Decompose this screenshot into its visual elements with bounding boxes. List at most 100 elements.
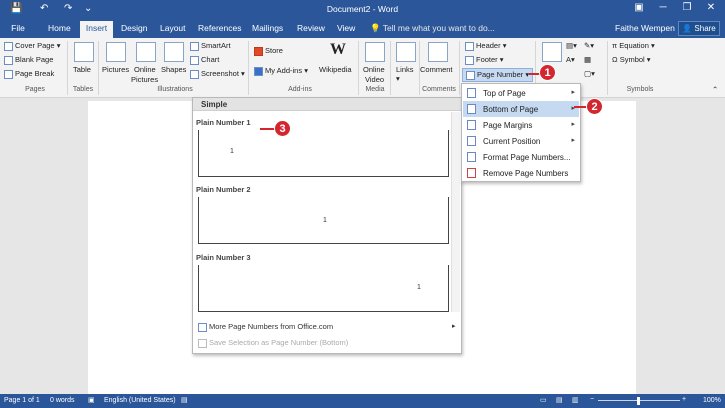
office-doc-icon xyxy=(198,322,207,332)
pictures-button[interactable]: Pictures xyxy=(102,65,129,74)
tab-home[interactable]: Home xyxy=(48,23,71,33)
header-icon xyxy=(465,41,474,51)
tab-review[interactable]: Review xyxy=(297,23,325,33)
page-number-button[interactable]: Page Number ▾ xyxy=(462,68,534,82)
top-of-page-item[interactable]: Top of Page ▸ xyxy=(463,85,579,101)
my-addins-button[interactable]: My Add-ins ▾ xyxy=(254,66,308,76)
blank-page-icon xyxy=(4,55,13,65)
bottom-of-page-item[interactable]: Bottom of Page ▸ xyxy=(463,101,579,117)
table-icon xyxy=(74,42,94,62)
wordart-icon[interactable]: A▾ xyxy=(566,55,575,64)
zoom-level[interactable]: 100% xyxy=(703,397,721,404)
gallery-scrollbar[interactable] xyxy=(451,112,460,312)
footer-icon xyxy=(465,55,474,65)
plain-number-2-label: Plain Number 2 xyxy=(196,185,251,194)
chevron-right-icon: ▸ xyxy=(571,89,575,96)
symbol-button[interactable]: Ω Symbol ▾ xyxy=(612,55,651,64)
tab-design[interactable]: Design xyxy=(121,23,147,33)
web-layout-icon[interactable]: ▥ xyxy=(572,396,579,404)
comment-button[interactable]: Comment xyxy=(420,65,453,74)
tab-layout[interactable]: Layout xyxy=(160,23,186,33)
shapes-icon xyxy=(164,42,184,62)
tab-insert[interactable]: Insert xyxy=(80,21,113,38)
my-addins-icon xyxy=(254,66,263,76)
store-button[interactable]: Store xyxy=(254,46,283,56)
remove-page-numbers-icon xyxy=(467,168,476,178)
object-icon[interactable]: ▢▾ xyxy=(584,69,595,78)
blank-page-button[interactable]: Blank Page xyxy=(4,55,53,65)
proofing-icon[interactable]: ▣ xyxy=(88,396,95,404)
online-pictures-label: Pictures xyxy=(131,75,159,84)
group-separator xyxy=(607,41,608,95)
tab-mailings[interactable]: Mailings xyxy=(252,23,283,33)
minimize-button[interactable]: ─ xyxy=(652,2,674,13)
online-video-button[interactable]: Online xyxy=(363,65,385,74)
restore-button[interactable]: ❐ xyxy=(676,2,698,13)
group-label-addins: Add-ins xyxy=(288,86,312,93)
page-margins-item[interactable]: Page Margins ▸ xyxy=(463,117,579,133)
close-button[interactable]: ✕ xyxy=(700,2,722,13)
online-pictures-button[interactable]: Online xyxy=(134,65,156,74)
gallery-section-header: Simple xyxy=(193,98,461,111)
callout-3: 3 xyxy=(274,120,291,137)
plain-number-3-option[interactable]: 1 xyxy=(198,265,449,312)
wikipedia-button[interactable]: Wikipedia xyxy=(319,65,352,74)
tell-me-search[interactable]: 💡 Tell me what you want to do... xyxy=(370,23,495,34)
read-mode-icon[interactable]: ▭ xyxy=(540,396,547,404)
ribbon-tabs: File Home Insert Design Layout Reference… xyxy=(0,19,725,38)
footer-button[interactable]: Footer ▾ xyxy=(465,55,504,65)
pictures-icon xyxy=(106,42,126,62)
store-icon xyxy=(254,46,263,56)
plain-number-3-label: Plain Number 3 xyxy=(196,253,251,262)
header-button[interactable]: Header ▾ xyxy=(465,41,506,51)
callout-2: 2 xyxy=(586,98,603,115)
user-name[interactable]: Faithe Wempen xyxy=(615,23,675,33)
more-page-numbers-item[interactable]: More Page Numbers from Office.com xyxy=(198,322,333,332)
links-button[interactable]: Links ▾ xyxy=(396,65,414,83)
current-position-item[interactable]: Current Position ▸ xyxy=(463,133,579,149)
page-number-preview: 1 xyxy=(417,284,421,291)
bottom-of-page-icon xyxy=(467,104,476,114)
current-position-icon xyxy=(467,136,476,146)
cover-page-button[interactable]: Cover Page ▾ xyxy=(4,41,60,51)
zoom-out-button[interactable]: − xyxy=(590,396,594,403)
tab-file[interactable]: File xyxy=(0,19,36,38)
shapes-button[interactable]: Shapes xyxy=(161,65,186,74)
zoom-slider-thumb[interactable] xyxy=(637,397,640,405)
macro-icon[interactable]: ▤ xyxy=(181,396,188,404)
tab-references[interactable]: References xyxy=(198,23,241,33)
date-time-icon[interactable]: ▦ xyxy=(584,55,591,64)
tab-view[interactable]: View xyxy=(337,23,355,33)
plain-number-2-option[interactable]: 1 xyxy=(198,197,449,244)
page-break-icon xyxy=(4,69,13,79)
page-count[interactable]: Page 1 of 1 xyxy=(4,397,40,404)
text-box-icon[interactable] xyxy=(542,42,562,62)
format-page-numbers-item[interactable]: Format Page Numbers... xyxy=(463,149,579,165)
signature-line-icon[interactable]: ✎▾ xyxy=(584,41,594,50)
zoom-in-button[interactable]: + xyxy=(682,396,686,403)
smartart-button[interactable]: SmartArt xyxy=(190,41,231,51)
online-pictures-icon xyxy=(136,42,156,62)
quick-parts-icon[interactable]: ▤▾ xyxy=(566,41,577,50)
group-separator xyxy=(98,41,99,95)
table-button[interactable]: Table xyxy=(73,65,91,74)
save-selection-icon xyxy=(198,338,207,348)
person-icon: 👤 xyxy=(682,24,695,33)
word-count[interactable]: 0 words xyxy=(50,397,75,404)
ribbon-display-options-icon[interactable]: ▣ xyxy=(628,2,650,13)
group-label-media: Media xyxy=(365,86,385,93)
equation-button[interactable]: π Equation ▾ xyxy=(612,41,655,50)
chevron-right-icon: ▸ xyxy=(452,323,456,330)
chart-icon xyxy=(190,55,199,65)
share-button[interactable]: 👤 Share xyxy=(678,21,720,36)
print-layout-icon[interactable]: ▤ xyxy=(556,396,563,404)
chevron-right-icon: ▸ xyxy=(571,137,575,144)
collapse-ribbon-icon[interactable]: ⌃ xyxy=(712,85,718,94)
chart-button[interactable]: Chart xyxy=(190,55,219,65)
language[interactable]: English (United States) xyxy=(104,397,176,404)
screenshot-button[interactable]: Screenshot ▾ xyxy=(190,69,245,79)
plain-number-1-option[interactable]: 1 xyxy=(198,130,449,177)
page-break-button[interactable]: Page Break xyxy=(4,69,54,79)
smartart-icon xyxy=(190,41,199,51)
remove-page-numbers-item[interactable]: Remove Page Numbers xyxy=(463,165,579,181)
